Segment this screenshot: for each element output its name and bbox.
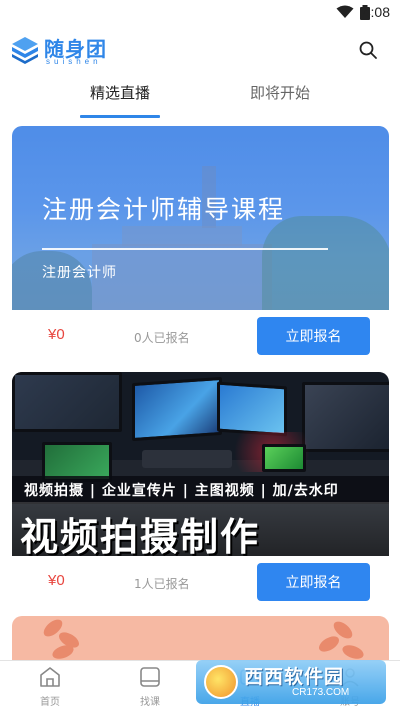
banner-title: 注册会计师辅导课程 xyxy=(42,195,286,224)
course-banner[interactable] xyxy=(12,616,389,660)
banner-title: 视频拍摄制作 xyxy=(20,515,261,556)
enrolled-count: 0人已报名 xyxy=(134,331,190,345)
tab-active-indicator xyxy=(80,115,160,118)
nav-item-home[interactable]: 首页 xyxy=(20,665,80,709)
enrolled-count: 1人已报名 xyxy=(134,577,190,591)
banner-bg-building xyxy=(92,244,272,310)
tab-featured-live[interactable]: 精选直播 xyxy=(80,82,160,118)
nav-label: 首页 xyxy=(40,697,60,708)
nav-label: 找课 xyxy=(140,697,160,708)
banner-bg-trees xyxy=(262,216,389,310)
banner-bg-monitor xyxy=(132,376,222,442)
status-time: 4:08 xyxy=(362,4,390,20)
app-logo: 随身团 suishen xyxy=(10,33,120,67)
tab-label: 即将开始 xyxy=(249,84,310,102)
logo-subtitle: suishen xyxy=(46,57,102,66)
course-info: ¥0 0人已报名 立即报名 xyxy=(12,310,389,362)
app-header: 随身团 suishen xyxy=(0,30,400,70)
banner-bg-monitor xyxy=(262,444,306,472)
course-info: ¥0 1人已报名 立即报名 xyxy=(12,556,389,608)
banner-subtitle: 注册会计师 xyxy=(42,265,117,281)
enroll-button[interactable]: 立即报名 xyxy=(257,563,370,601)
banner-leaf-decoration xyxy=(316,633,342,655)
watermark-text: 西西软件园 xyxy=(244,666,345,688)
banner-bg-keyboard xyxy=(142,450,232,468)
watermark-url: CR173.COM xyxy=(292,687,350,698)
course-icon xyxy=(140,667,160,687)
course-banner[interactable]: 视频拍摄 | 企业宣传片 | 主图视频 | 加/去水印 视频拍摄制作 xyxy=(12,372,389,556)
live-tabs: 精选直播 即将开始 xyxy=(0,82,400,118)
banner-bg-monitor xyxy=(12,372,122,432)
logo-cube-icon xyxy=(12,37,38,64)
home-icon xyxy=(40,667,60,687)
banner-bg-monitor xyxy=(217,381,287,437)
tab-label: 精选直播 xyxy=(89,84,150,102)
nav-item-course[interactable]: 找课 xyxy=(120,665,180,709)
banner-leaf-decoration xyxy=(50,642,76,660)
banner-bg-roof xyxy=(122,226,242,246)
course-price: ¥0 xyxy=(48,572,65,589)
banner-leaf-decoration xyxy=(340,642,366,660)
enroll-button[interactable]: 立即报名 xyxy=(257,317,370,355)
search-icon[interactable] xyxy=(358,40,378,60)
banner-divider xyxy=(42,248,328,250)
wifi-icon xyxy=(336,5,354,18)
site-watermark: 西西软件园 CR173.COM xyxy=(196,660,386,704)
tab-upcoming[interactable]: 即将开始 xyxy=(240,82,320,118)
status-bar: 4:08 xyxy=(0,0,400,26)
watermark-logo-icon xyxy=(204,665,238,699)
course-price: ¥0 xyxy=(48,326,65,343)
live-page: 4:08 随身团 suishen 精选直播 即将开始 注册会计师辅导课程 注册会… xyxy=(0,0,400,710)
course-banner[interactable]: 注册会计师辅导课程 注册会计师 xyxy=(12,126,389,310)
banner-tagline: 视频拍摄 | 企业宣传片 | 主图视频 | 加/去水印 xyxy=(24,483,339,499)
